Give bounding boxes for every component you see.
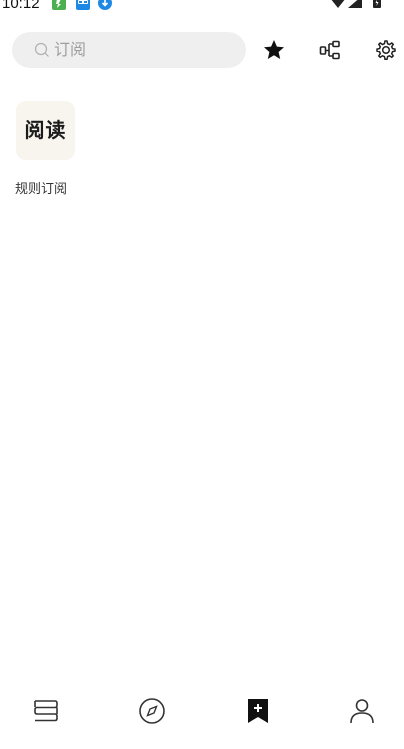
signal-icon (348, 0, 362, 8)
notification-robot-icon (76, 0, 90, 10)
rule-subscription-label[interactable]: 规则订阅 (15, 181, 67, 199)
person-icon[interactable] (347, 696, 377, 726)
rule-tile-logo-text: 阅读 (24, 118, 67, 142)
bookshelf-icon[interactable] (31, 696, 61, 726)
status-time: 10:12 (2, 0, 40, 12)
notification-app-icon (52, 0, 66, 10)
search-icon (34, 42, 49, 57)
notification-download-icon (98, 0, 112, 10)
battery-icon (373, 0, 381, 8)
status-bar: 10:12 (0, 0, 404, 14)
wifi-icon (331, 0, 345, 8)
search-input[interactable]: 订阅 (12, 32, 246, 68)
gear-icon[interactable] (374, 38, 398, 62)
compass-icon[interactable] (137, 696, 167, 726)
search-placeholder: 订阅 (54, 40, 87, 59)
group-icon[interactable] (318, 38, 342, 62)
bookmark-add-icon[interactable] (243, 696, 273, 726)
bottom-navigation (0, 690, 404, 749)
star-icon[interactable] (262, 38, 286, 62)
rule-subscription-tile[interactable]: 阅读 (16, 101, 75, 160)
